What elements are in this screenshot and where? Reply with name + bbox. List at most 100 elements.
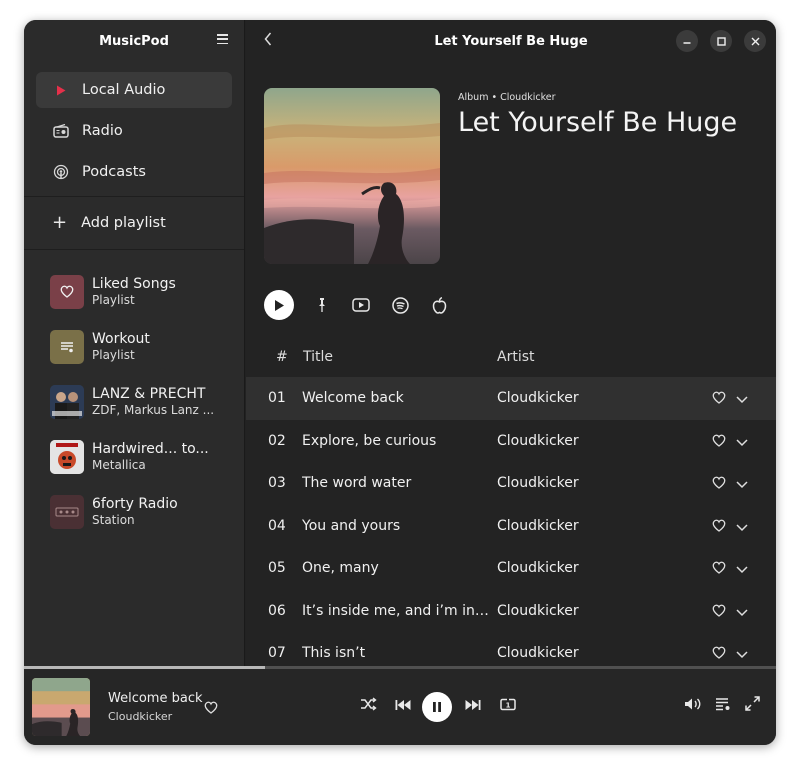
track-number: 02 [268, 432, 286, 449]
track-artist[interactable]: Cloudkicker [497, 390, 579, 406]
album-actions [264, 290, 450, 320]
chevron-down-icon[interactable] [736, 520, 748, 536]
chevron-down-icon[interactable] [736, 392, 748, 408]
album-subtitle: Album • Cloudkicker [458, 92, 556, 103]
maximize-button[interactable] [710, 30, 732, 52]
track-title: The word water [302, 475, 412, 492]
volume-icon[interactable] [684, 696, 702, 715]
playlist-item-liked-songs[interactable]: Liked Songs Playlist [24, 264, 244, 319]
track-title: It’s inside me, and i’m inside it [302, 602, 490, 619]
track-title: You and yours [302, 517, 401, 534]
chevron-down-icon[interactable] [736, 605, 748, 621]
heart-icon[interactable] [712, 519, 726, 536]
track-row[interactable]: 05 One, many Cloudkicker [246, 547, 776, 590]
playlist-title: Hardwired... to... [92, 441, 209, 457]
pin-icon[interactable] [311, 294, 333, 316]
track-list: 01 Welcome back Cloudkicker 02 Explore, … [246, 377, 776, 675]
playlist-item-workout[interactable]: Workout Playlist [24, 319, 244, 374]
track-artist[interactable]: Cloudkicker [497, 475, 579, 491]
track-row[interactable]: 01 Welcome back Cloudkicker [246, 377, 776, 420]
track-row[interactable]: 06 It’s inside me, and i’m inside it Clo… [246, 590, 776, 633]
track-artist[interactable]: Cloudkicker [497, 603, 579, 619]
menu-icon[interactable] [217, 34, 228, 44]
apple-music-icon[interactable] [428, 294, 450, 316]
track-artist[interactable]: Cloudkicker [497, 645, 579, 661]
track-number: 03 [268, 475, 286, 492]
main-header: Let Yourself Be Huge [246, 20, 776, 62]
track-title: This isn’t [302, 645, 366, 662]
now-playing-title[interactable]: Welcome back [108, 691, 203, 706]
track-number: 04 [268, 517, 286, 534]
repeat-one-icon[interactable]: 1 [500, 696, 516, 715]
heart-icon[interactable] [712, 604, 726, 621]
album-title: Let Yourself Be Huge [458, 107, 738, 138]
playlist-item-6forty-radio[interactable]: 6forty Radio Station [24, 484, 244, 539]
track-title: One, many [302, 560, 379, 577]
skip-next-icon[interactable] [465, 696, 481, 715]
track-list-header: # Title Artist [246, 340, 776, 374]
chevron-down-icon[interactable] [736, 435, 748, 451]
playlist-item-hardwired[interactable]: Hardwired... to... Metallica [24, 429, 244, 484]
back-button[interactable] [264, 31, 272, 50]
track-row[interactable]: 02 Explore, be curious Cloudkicker [246, 420, 776, 463]
heart-icon[interactable] [204, 699, 218, 718]
playlist-title: Workout [92, 331, 150, 347]
playlist-item-lanz-precht[interactable]: LANZ & PRECHT ZDF, Markus Lanz ... [24, 374, 244, 429]
main-content: Let Yourself Be Huge Album • Cloudkicker… [246, 20, 776, 668]
column-header-artist[interactable]: Artist [497, 349, 535, 365]
now-playing-cover-image [32, 678, 90, 736]
heart-icon[interactable] [712, 434, 726, 451]
sidebar: MusicPod Local Audio Radio Podcasts + Ad… [24, 20, 245, 668]
add-playlist-button[interactable]: + Add playlist [24, 197, 244, 249]
sidebar-item-label: Local Audio [82, 82, 166, 98]
sidebar-item-local-audio[interactable]: Local Audio [36, 72, 232, 108]
chevron-down-icon[interactable] [736, 477, 748, 493]
skip-previous-icon[interactable] [395, 696, 411, 715]
track-row[interactable]: 04 You and yours Cloudkicker [246, 505, 776, 548]
heart-icon[interactable] [712, 476, 726, 493]
shuffle-icon[interactable] [360, 696, 377, 715]
column-header-title[interactable]: Title [303, 349, 333, 365]
track-artist[interactable]: Cloudkicker [497, 518, 579, 534]
track-artist[interactable]: Cloudkicker [497, 560, 579, 576]
sidebar-item-label: Podcasts [82, 164, 146, 180]
close-button[interactable] [744, 30, 766, 52]
page-title: Let Yourself Be Huge [434, 33, 588, 49]
svg-text:1: 1 [506, 702, 511, 710]
podcast-icon [52, 163, 70, 181]
track-title: Welcome back [302, 390, 404, 407]
playlist-list: Liked Songs Playlist Workout Playlist LA… [24, 250, 244, 539]
playlist-subtitle: ZDF, Markus Lanz ... [92, 403, 215, 417]
track-number: 05 [268, 560, 286, 577]
album-cover-image [50, 439, 84, 474]
now-playing-artist[interactable]: Cloudkicker [108, 710, 172, 723]
heart-icon[interactable] [712, 561, 726, 578]
playlist-title: Liked Songs [92, 276, 176, 292]
sidebar-header: MusicPod [24, 20, 244, 62]
window-controls [676, 30, 766, 52]
track-row[interactable]: 03 The word water Cloudkicker [246, 462, 776, 505]
sidebar-item-podcasts[interactable]: Podcasts [36, 154, 232, 190]
fullscreen-icon[interactable] [745, 696, 760, 715]
column-header-number: # [276, 349, 288, 365]
minimize-button[interactable] [676, 30, 698, 52]
album-meta: Album • Cloudkicker Let Yourself Be Huge [458, 92, 737, 138]
heart-icon[interactable] [712, 391, 726, 408]
queue-icon[interactable] [715, 696, 731, 715]
chevron-down-icon[interactable] [736, 647, 748, 663]
playlist-subtitle: Station [92, 513, 135, 527]
add-playlist-label: Add playlist [81, 215, 166, 231]
track-number: 06 [268, 602, 286, 619]
heart-icon[interactable] [712, 646, 726, 663]
play-album-button[interactable] [264, 290, 294, 320]
chevron-down-icon[interactable] [736, 562, 748, 578]
track-artist[interactable]: Cloudkicker [497, 433, 579, 449]
pause-button[interactable] [422, 692, 452, 722]
spotify-icon[interactable] [389, 294, 411, 316]
sidebar-nav: Local Audio Radio Podcasts [24, 62, 244, 190]
youtube-icon[interactable] [350, 294, 372, 316]
radio-icon [52, 122, 70, 140]
sidebar-item-radio[interactable]: Radio [36, 113, 232, 149]
playlist-subtitle: Playlist [92, 293, 135, 307]
station-logo-image [50, 494, 84, 529]
